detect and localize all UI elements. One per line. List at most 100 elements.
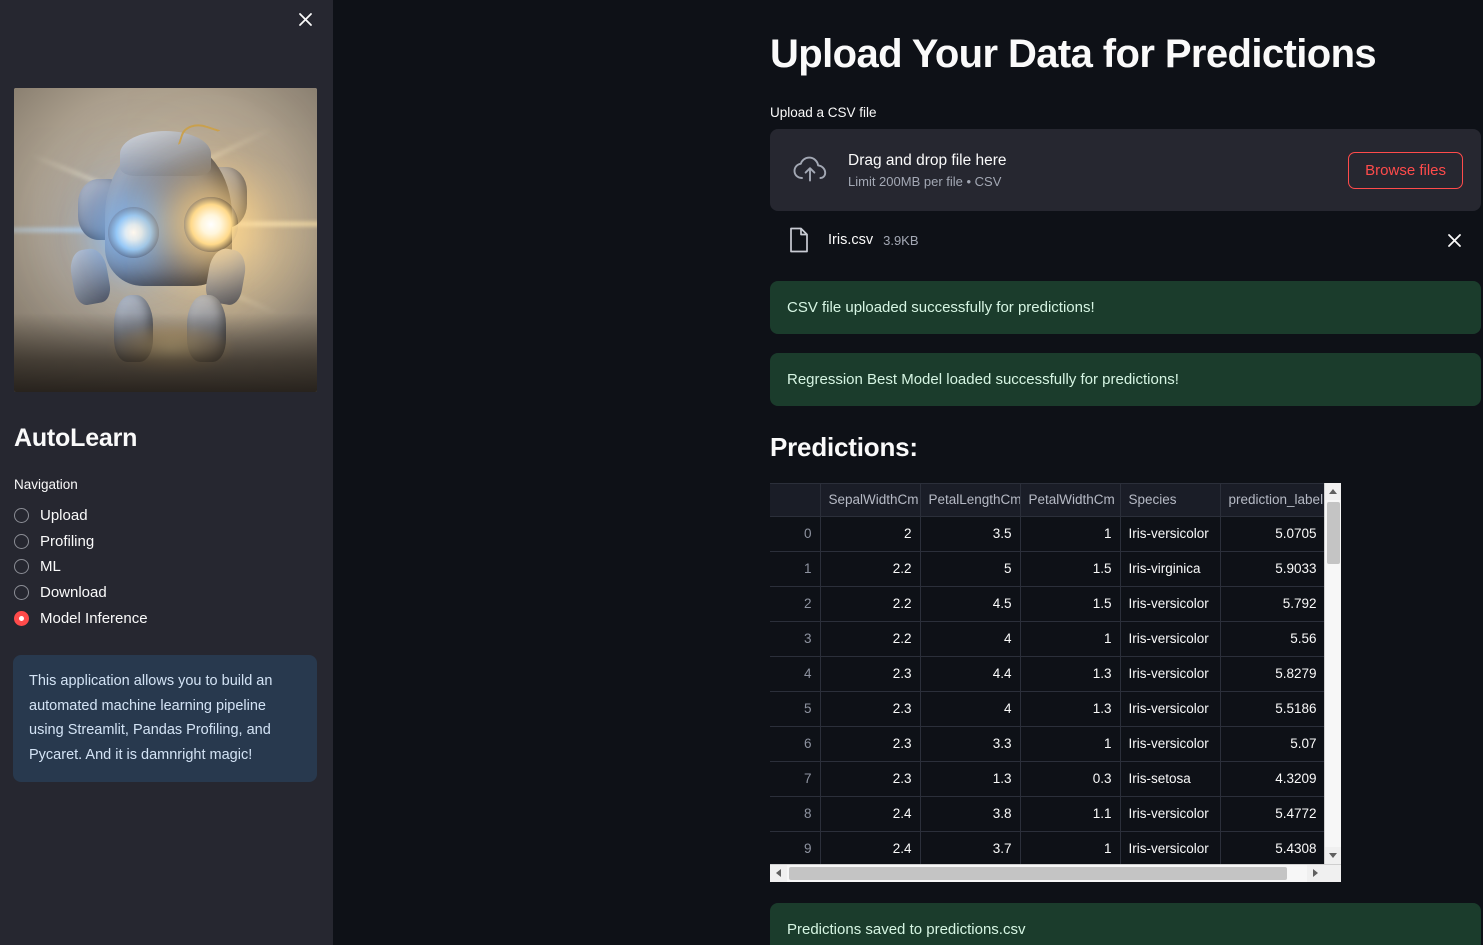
- horizontal-scroll-thumb[interactable]: [789, 866, 1287, 880]
- table-cell-sepalwidthcm: 2.2: [820, 621, 921, 657]
- cloud-upload-icon: [790, 149, 832, 191]
- radio-icon: [14, 533, 29, 549]
- navigation-radio-group[interactable]: Upload Profiling ML Download Model Infer…: [14, 503, 314, 631]
- scroll-up-button[interactable]: [1324, 483, 1341, 500]
- table-row: 5 2.3 4 1.3 Iris-versicolor 5.5186: [770, 691, 1324, 727]
- file-dropzone[interactable]: Drag and drop file here Limit 200MB per …: [770, 129, 1481, 211]
- sidebar-item-upload[interactable]: Upload: [14, 503, 314, 529]
- table-cell-prediction_label: 5.0705: [1220, 516, 1324, 552]
- uploaded-file-name: Iris.csv: [828, 232, 874, 248]
- table-cell-prediction_label: 5.8279: [1220, 656, 1324, 692]
- scroll-left-button[interactable]: [770, 864, 787, 882]
- browse-files-button[interactable]: Browse files: [1348, 151, 1463, 189]
- predictions-table-viewport: SepalWidthCm PetalLengthCm PetalWidthCm …: [770, 483, 1324, 864]
- main-content: Upload Your Data for Predictions Upload …: [333, 0, 1483, 945]
- table-row: 7 2.3 1.3 0.3 Iris-setosa 4.3209: [770, 761, 1324, 797]
- horizontal-scroll-track[interactable]: [787, 864, 1307, 882]
- table-cell-sepalwidthcm: 2.3: [820, 726, 921, 762]
- alert-text: Regression Best Model loaded successfull…: [787, 371, 1179, 388]
- table-vertical-scrollbar[interactable]: [1324, 483, 1341, 864]
- file-icon: [788, 227, 810, 253]
- table-cell-petalwidthcm: 1.3: [1020, 656, 1121, 692]
- column-header-prediction-label[interactable]: prediction_label: [1220, 484, 1324, 517]
- table-cell-petallengthcm: 4: [920, 691, 1021, 727]
- table-cell-species: Iris-versicolor: [1120, 586, 1221, 622]
- table-cell-petallengthcm: 4: [920, 621, 1021, 657]
- sidebar-item-profiling[interactable]: Profiling: [14, 529, 314, 555]
- remove-file-button[interactable]: [1441, 227, 1467, 253]
- sidebar-info-box: This application allows you to build an …: [13, 655, 317, 782]
- table-cell-species: Iris-versicolor: [1120, 656, 1221, 692]
- table-row: 6 2.3 3.3 1 Iris-versicolor 5.07: [770, 726, 1324, 762]
- table-cell-sepalwidthcm: 2.3: [820, 691, 921, 727]
- table-cell-petallengthcm: 1.3: [920, 761, 1021, 797]
- alert-upload-success: CSV file uploaded successfully for predi…: [770, 281, 1481, 334]
- column-header-petallengthcm[interactable]: PetalLengthCm: [920, 484, 1021, 517]
- sidebar-logo-image: [14, 88, 317, 392]
- vertical-scroll-thumb[interactable]: [1326, 502, 1340, 564]
- column-header-sepalwidthcm[interactable]: SepalWidthCm: [820, 484, 921, 517]
- vertical-scroll-track[interactable]: [1324, 500, 1341, 847]
- table-row: 1 2.2 5 1.5 Iris-virginica 5.9033: [770, 551, 1324, 587]
- table-cell-petallengthcm: 3.5: [920, 516, 1021, 552]
- table-cell-petalwidthcm: 1.1: [1020, 796, 1121, 832]
- uploaded-file-size: 3.9KB: [883, 232, 919, 248]
- table-cell-sepalwidthcm: 2.3: [820, 656, 921, 692]
- sidebar-item-model-inference[interactable]: Model Inference: [14, 605, 314, 631]
- uploaded-file-row: Iris.csv 3.9KB: [770, 219, 1481, 261]
- sidebar-item-label: Model Inference: [40, 609, 148, 627]
- table-cell-prediction_label: 5.07: [1220, 726, 1324, 762]
- column-header-petalwidthcm[interactable]: PetalWidthCm: [1020, 484, 1121, 517]
- table-cell-petalwidthcm: 0.3: [1020, 761, 1121, 797]
- predictions-table: SepalWidthCm PetalLengthCm PetalWidthCm …: [770, 484, 1324, 864]
- alert-predictions-saved: Predictions saved to predictions.csv: [770, 903, 1481, 945]
- table-cell-petalwidthcm: 1: [1020, 831, 1121, 864]
- table-cell-species: Iris-versicolor: [1120, 831, 1221, 864]
- scroll-down-button[interactable]: [1324, 847, 1341, 864]
- table-cell-index: 4: [770, 656, 821, 692]
- table-header: SepalWidthCm PetalLengthCm PetalWidthCm …: [770, 484, 1324, 517]
- table-body: 0 2 3.5 1 Iris-versicolor 5.0705 1 2.2 5 1.5 Iris-…: [770, 516, 1324, 864]
- table-row: 3 2.2 4 1 Iris-versicolor 5.56: [770, 621, 1324, 657]
- table-cell-sepalwidthcm: 2.4: [820, 796, 921, 832]
- dropzone-title: Drag and drop file here: [848, 152, 1007, 169]
- table-cell-petalwidthcm: 1.5: [1020, 551, 1121, 587]
- sidebar-item-download[interactable]: Download: [14, 580, 314, 606]
- sidebar: AutoLearn Navigation Upload Profiling ML…: [0, 0, 333, 945]
- table-cell-species: Iris-versicolor: [1120, 796, 1221, 832]
- robot-logo-icon: [14, 88, 317, 392]
- sidebar-close-button[interactable]: [291, 5, 319, 33]
- table-cell-prediction_label: 5.56: [1220, 621, 1324, 657]
- scroll-right-button[interactable]: [1307, 864, 1324, 882]
- sidebar-item-ml[interactable]: ML: [14, 554, 314, 580]
- table-horizontal-scrollbar[interactable]: [770, 864, 1341, 882]
- table-cell-petallengthcm: 3.8: [920, 796, 1021, 832]
- table-cell-sepalwidthcm: 2: [820, 516, 921, 552]
- table-cell-index: 5: [770, 691, 821, 727]
- sidebar-item-label: ML: [40, 558, 61, 576]
- app-root: AutoLearn Navigation Upload Profiling ML…: [0, 0, 1483, 945]
- table-cell-petalwidthcm: 1.5: [1020, 586, 1121, 622]
- close-icon: [298, 12, 312, 26]
- table-cell-prediction_label: 5.792: [1220, 586, 1324, 622]
- table-cell-prediction_label: 5.4772: [1220, 796, 1324, 832]
- table-cell-index: 8: [770, 796, 821, 832]
- table-cell-sepalwidthcm: 2.3: [820, 761, 921, 797]
- table-row: 2 2.2 4.5 1.5 Iris-versicolor 5.792: [770, 586, 1324, 622]
- radio-icon: [14, 585, 29, 601]
- table-cell-index: 0: [770, 516, 821, 552]
- column-header-index[interactable]: [770, 484, 821, 517]
- alert-text: Predictions saved to predictions.csv: [787, 921, 1026, 938]
- table-cell-petallengthcm: 3.3: [920, 726, 1021, 762]
- sidebar-item-label: Upload: [40, 507, 88, 525]
- table-cell-sepalwidthcm: 2.2: [820, 551, 921, 587]
- sidebar-info-text: This application allows you to build an …: [29, 673, 273, 763]
- table-cell-species: Iris-versicolor: [1120, 691, 1221, 727]
- alert-text: CSV file uploaded successfully for predi…: [787, 299, 1095, 316]
- table-cell-prediction_label: 5.4308: [1220, 831, 1324, 864]
- app-title: AutoLearn: [14, 424, 138, 452]
- table-cell-petallengthcm: 5: [920, 551, 1021, 587]
- column-header-species[interactable]: Species: [1120, 484, 1221, 517]
- table-row: 8 2.4 3.8 1.1 Iris-versicolor 5.4772: [770, 796, 1324, 832]
- table-row: 9 2.4 3.7 1 Iris-versicolor 5.4308: [770, 831, 1324, 864]
